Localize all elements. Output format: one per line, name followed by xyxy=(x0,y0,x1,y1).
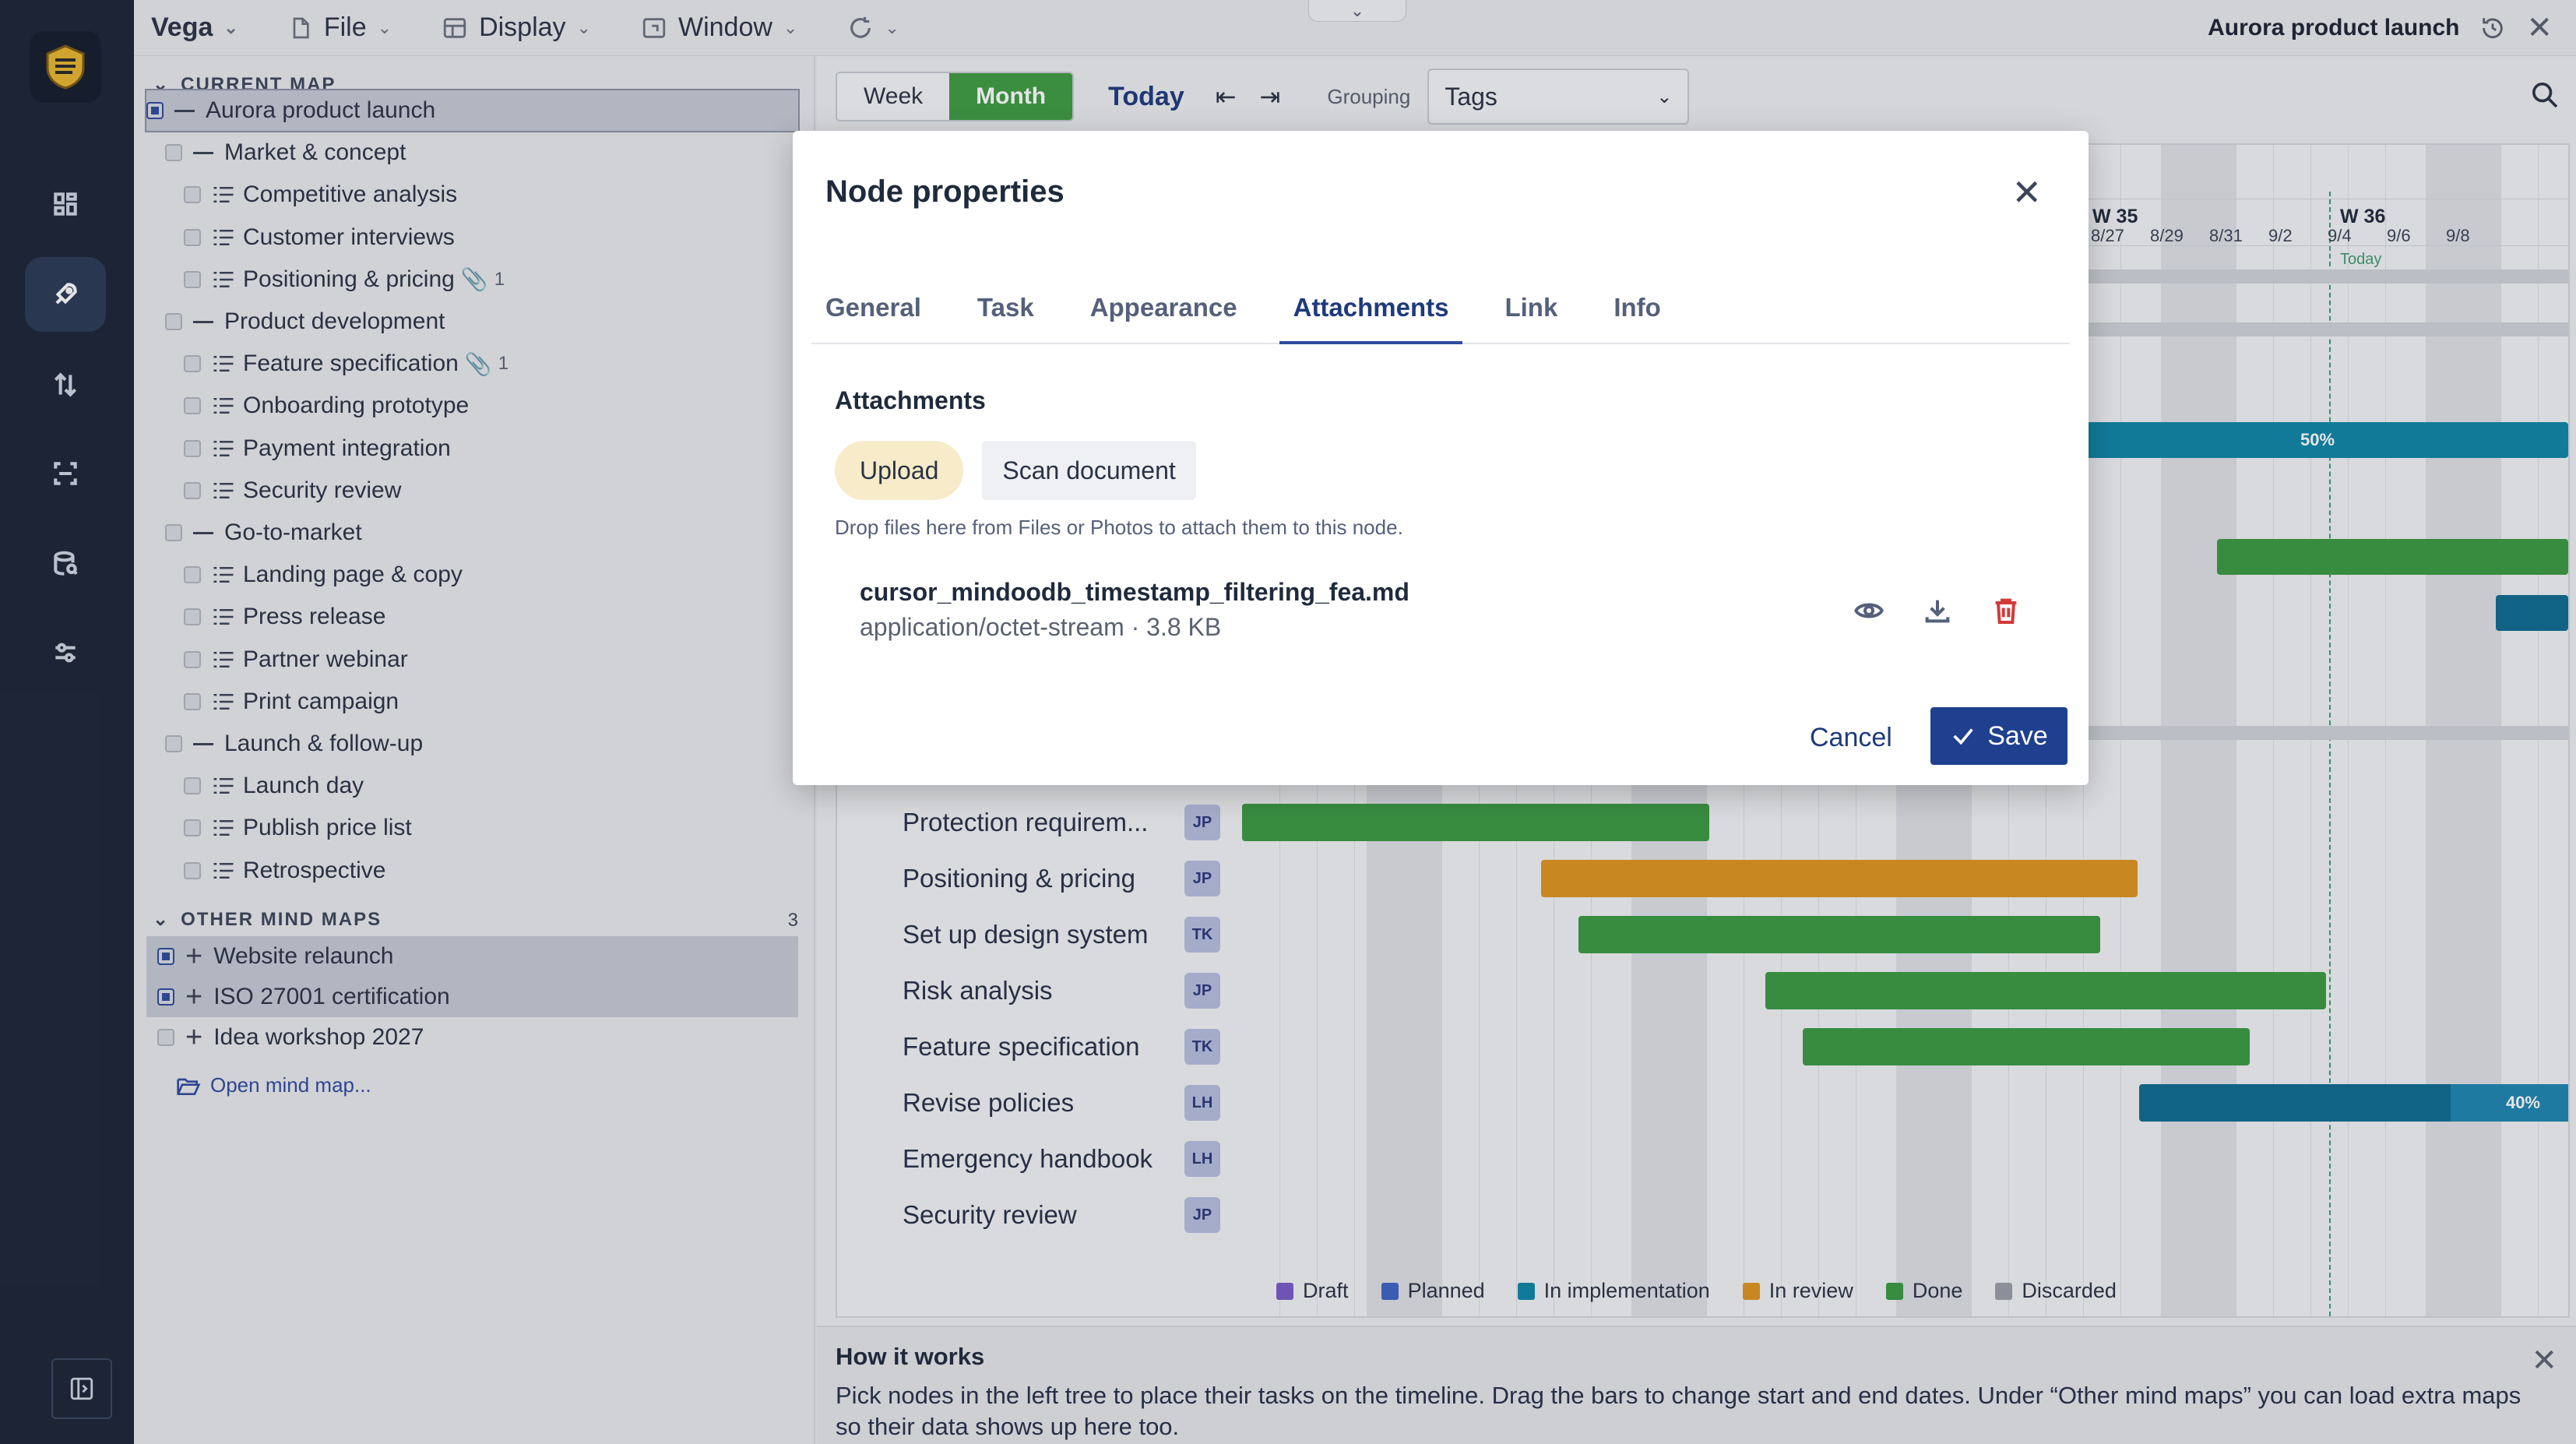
close-icon[interactable]: ✕ xyxy=(2011,174,2042,210)
drop-hint: Drop files here from Files or Photos to … xyxy=(835,516,1403,539)
attachment-actions: Upload Scan document xyxy=(835,441,1196,500)
tab-task[interactable]: Task xyxy=(963,293,1048,344)
scan-document-button[interactable]: Scan document xyxy=(982,441,1196,500)
node-properties-dialog: Node properties ✕ General Task Appearance A… xyxy=(793,131,2089,785)
attachment-file-meta: application/octet-stream · 3.8 KB xyxy=(860,613,1222,641)
tab-link[interactable]: Link xyxy=(1490,293,1571,344)
save-label: Save xyxy=(1987,720,2048,751)
attachments-heading: Attachments xyxy=(835,386,986,414)
preview-eye-icon[interactable] xyxy=(1853,595,1884,626)
dialog-tabs: General Task Appearance Attachments Link Info xyxy=(811,293,2070,344)
tab-appearance[interactable]: Appearance xyxy=(1076,293,1251,344)
dialog-title: Node properties xyxy=(825,174,1065,209)
download-icon[interactable] xyxy=(1922,595,1953,626)
check-icon xyxy=(1953,728,1973,745)
tab-attachments[interactable]: Attachments xyxy=(1279,293,1463,344)
tab-info[interactable]: Info xyxy=(1599,293,1674,344)
upload-button[interactable]: Upload xyxy=(835,441,964,500)
cancel-button[interactable]: Cancel xyxy=(1810,723,1892,753)
attachment-item: cursor_mindoodb_timestamp_filtering_fea.… xyxy=(860,578,2022,648)
save-button[interactable]: Save xyxy=(1930,707,2067,765)
delete-trash-icon[interactable] xyxy=(1990,595,2022,626)
tab-general[interactable]: General xyxy=(811,293,935,344)
attachment-file-name: cursor_mindoodb_timestamp_filtering_fea.… xyxy=(860,578,1409,606)
attachment-item-actions xyxy=(1853,595,2022,626)
